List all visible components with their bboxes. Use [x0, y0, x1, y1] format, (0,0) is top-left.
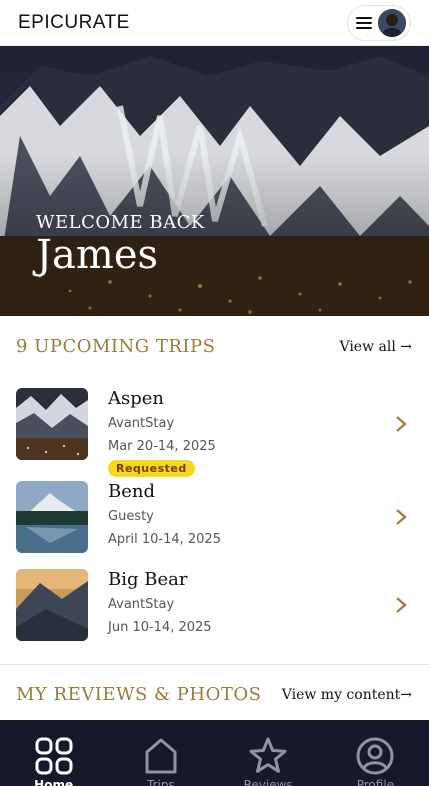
hamburger-icon — [356, 16, 372, 29]
trip-host: Guesty — [108, 509, 154, 524]
trip-host: AvantStay — [108, 416, 175, 431]
hero-banner: WELCOME BACK James — [0, 46, 429, 316]
user-circle-icon — [356, 737, 394, 775]
trip-thumbnail — [16, 481, 88, 553]
view-my-content-link[interactable]: View my content→ — [282, 687, 412, 703]
nav-label: Trips — [147, 778, 175, 786]
upcoming-trips-title: 9 UPCOMING TRIPS — [16, 336, 216, 357]
user-name: James — [36, 232, 159, 278]
nav-reviews[interactable]: Reviews — [228, 736, 308, 786]
chevron-right-icon[interactable] — [394, 595, 408, 615]
account-menu-button[interactable] — [347, 4, 411, 41]
grid-icon — [35, 737, 73, 775]
nav-label: Home — [34, 778, 74, 786]
trip-dates: April 10-14, 2025 — [108, 532, 221, 547]
trip-card-bend[interactable]: Bend Guesty April 10-14, 2025 — [16, 481, 412, 553]
trip-dates: Jun 10-14, 2025 — [108, 620, 212, 635]
trip-name: Big Bear — [108, 569, 188, 590]
bottom-nav: Home Trips Reviews Profile — [0, 720, 429, 786]
chevron-right-icon[interactable] — [394, 507, 408, 527]
trip-dates: Mar 20-14, 2025 — [108, 439, 216, 454]
upcoming-trips-header: 9 UPCOMING TRIPS View all → — [16, 336, 412, 357]
trip-card-big-bear[interactable]: Big Bear AvantStay Jun 10-14, 2025 — [16, 569, 412, 641]
nav-trips[interactable]: Trips — [121, 736, 201, 786]
trip-host: AvantStay — [108, 597, 175, 612]
view-all-link[interactable]: View all → — [339, 339, 412, 355]
brand-logo[interactable]: EPICURATE — [18, 12, 130, 34]
trip-thumbnail — [16, 388, 88, 460]
reviews-title: MY REVIEWS & PHOTOS — [16, 684, 262, 705]
welcome-label: WELCOME BACK — [36, 212, 205, 233]
trip-card-aspen[interactable]: Aspen AvantStay Mar 20-14, 2025 Requeste… — [16, 388, 412, 477]
nav-home[interactable]: Home — [14, 736, 94, 786]
section-divider — [0, 664, 429, 665]
reviews-header: MY REVIEWS & PHOTOS View my content→ — [16, 684, 412, 705]
trip-name: Aspen — [108, 388, 165, 409]
app-header: EPICURATE — [0, 0, 429, 46]
trip-name: Bend — [108, 481, 155, 502]
house-icon — [145, 738, 177, 774]
chevron-right-icon[interactable] — [394, 414, 408, 434]
status-badge: Requested — [108, 460, 195, 477]
trip-thumbnail — [16, 569, 88, 641]
nav-label: Reviews — [243, 778, 293, 786]
avatar — [378, 8, 406, 37]
nav-profile[interactable]: Profile — [335, 736, 415, 786]
star-icon — [249, 737, 287, 773]
nav-label: Profile — [356, 778, 395, 786]
